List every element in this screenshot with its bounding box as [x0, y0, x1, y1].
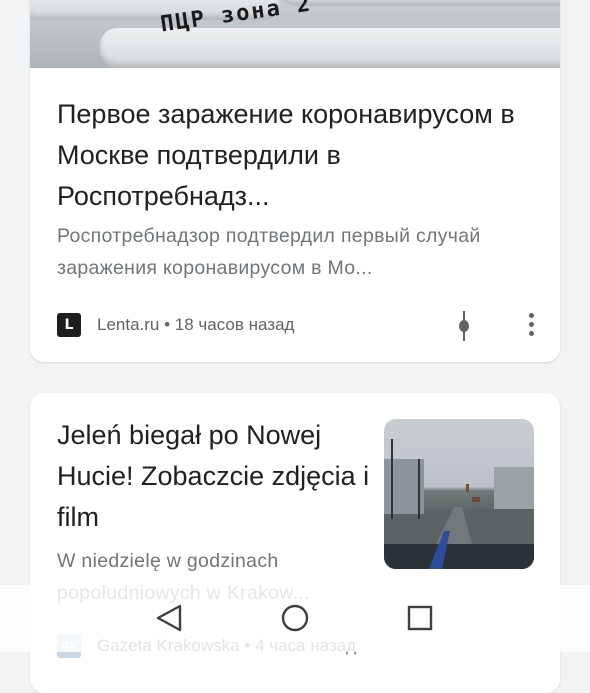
more-options-icon[interactable]: [526, 313, 536, 337]
system-navigation-bar: [0, 585, 590, 652]
article-source: Lenta.ru • 18 часов назад: [97, 315, 295, 334]
lenta-logo-icon: L: [57, 313, 81, 337]
save-pin-icon[interactable]: [452, 311, 476, 341]
article-title[interactable]: Первое заражение коронавирусом в Москве …: [57, 94, 540, 217]
dot: [529, 331, 534, 336]
article-title[interactable]: Jeleń biegał po Nowej Hucie! Zobaczcie z…: [57, 415, 372, 538]
back-icon[interactable]: [152, 601, 186, 635]
recents-icon[interactable]: [403, 601, 437, 635]
news-card-1[interactable]: ПЦР зона 2 Первое заражение коронавирусо…: [30, 0, 560, 362]
article-source-row: L Lenta.ru • 18 часов назад: [57, 311, 536, 341]
article-thumbnail[interactable]: [384, 419, 534, 569]
tube-shape: [280, 0, 560, 6]
dot: [529, 322, 534, 327]
home-icon[interactable]: [278, 601, 312, 635]
article-image-pcr-tubes[interactable]: ПЦР зона 2: [30, 0, 560, 68]
article-snippet: Роспотребнадзор подтвердил первый случай…: [57, 225, 481, 279]
dot: [529, 313, 534, 318]
